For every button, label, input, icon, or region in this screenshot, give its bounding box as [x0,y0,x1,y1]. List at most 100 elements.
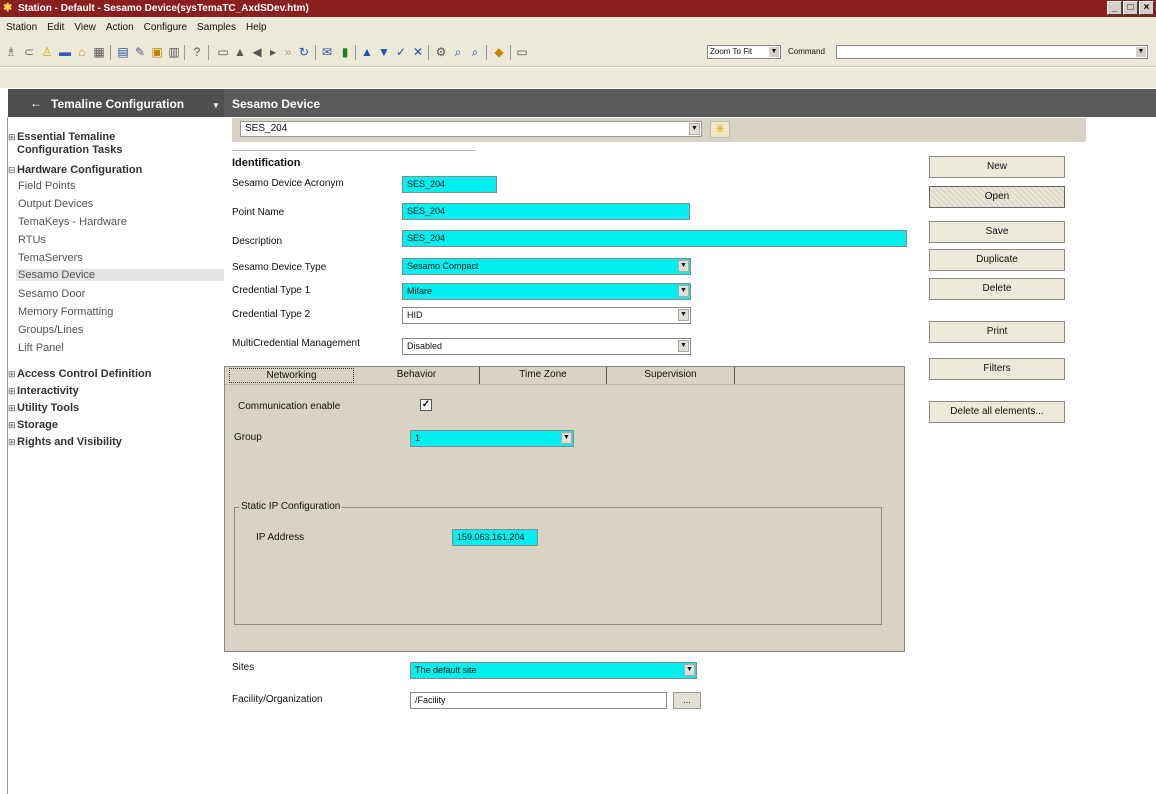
display-icon[interactable]: ▭ [515,46,529,59]
forward-icon[interactable]: ▸ [266,46,280,59]
delete-all-elements-button[interactable]: Delete all elements... [929,401,1065,423]
chevron-down-icon[interactable]: ▼ [689,123,700,135]
sites-select[interactable]: The default site ▼ [410,662,697,679]
communication-enable-checkbox[interactable]: ✓ [420,399,432,411]
menu-action[interactable]: Action [106,22,134,33]
tab-networking[interactable]: Networking [229,368,354,383]
nav-item-lift-panel[interactable]: Lift Panel [18,342,64,354]
new-button[interactable]: New [929,156,1065,178]
chevron-down-icon[interactable]: ▼ [212,101,220,110]
zoom-icon[interactable]: ⌕ [468,46,482,59]
expand-icon[interactable]: ⊞ [8,419,16,432]
nav-item-sesamo-device[interactable]: Sesamo Device [16,269,224,281]
facility-field[interactable]: /Facility [410,692,667,709]
description-field[interactable]: SES_204 [402,230,907,247]
save-button[interactable]: Save [929,221,1065,243]
nav-section-rights-visibility[interactable]: ⊞Rights and Visibility [8,436,122,449]
expand-icon[interactable]: ⊞ [8,436,16,449]
database-icon[interactable]: ▬ [58,46,72,59]
expand-icon[interactable]: ⊞ [8,385,16,398]
star-icon[interactable]: ✳ [710,121,730,138]
point-name-field[interactable]: SES_204 [402,203,690,220]
nav-item-field-points[interactable]: Field Points [18,180,75,192]
ip-address-field[interactable]: 159.063.161.204 [452,529,538,546]
arrow-up-icon[interactable]: ▲ [360,46,374,59]
chevron-down-icon[interactable]: ▼ [678,260,689,272]
find-icon[interactable]: ⌕ [451,46,465,59]
credential-type-2-select[interactable]: HID ▼ [402,307,691,324]
nav-section-hardware[interactable]: ⊟Hardware Configuration [8,164,142,177]
menu-samples[interactable]: Samples [197,22,236,33]
nav-section-access-control[interactable]: ⊞Access Control Definition [8,368,151,381]
print-icon[interactable]: ▤ [116,46,130,59]
up-icon[interactable]: ▲ [233,46,247,59]
hierarchy-icon[interactable]: ♗ [4,46,18,59]
chevron-down-icon[interactable]: ▼ [561,432,572,444]
browse-button[interactable]: ... [673,692,701,709]
close-button[interactable]: × [1139,1,1154,15]
menu-view[interactable]: View [74,22,96,33]
nav-header[interactable]: ← Temaline Configuration ▼ [8,89,224,117]
window-icon[interactable]: ▭ [216,46,230,59]
filter-icon[interactable]: ⚙ [434,46,448,59]
command-input[interactable]: ▼ [836,45,1148,59]
chevron-down-icon[interactable]: ▼ [678,285,689,297]
chevron-down-icon[interactable]: ▼ [684,664,695,676]
tools-icon[interactable]: ✎ [133,46,147,59]
nav-item-sesamo-door[interactable]: Sesamo Door [18,288,85,300]
nav-item-groups-lines[interactable]: Groups/Lines [18,324,83,336]
tab-behavior[interactable]: Behavior [354,367,480,384]
help-icon[interactable]: ? [190,46,204,59]
filters-button[interactable]: Filters [929,358,1065,380]
print-button[interactable]: Print [929,321,1065,343]
device-type-select[interactable]: Sesamo Compact ▼ [402,258,691,275]
open-button[interactable]: Open [929,186,1065,208]
chevron-down-icon[interactable]: ▼ [678,340,689,352]
menu-configure[interactable]: Configure [144,22,187,33]
link-icon[interactable]: ⊂ [22,46,36,59]
mail-icon[interactable]: ✉ [320,46,334,59]
chart-icon[interactable]: ▮ [338,46,352,59]
menu-help[interactable]: Help [246,22,267,33]
nav-item-temakeys-hardware[interactable]: TemaKeys - Hardware [18,216,127,228]
expand-icon[interactable]: ⊞ [8,402,16,415]
cancel-icon[interactable]: ✕ [411,46,425,59]
user-icon[interactable]: ♙ [40,46,54,59]
expand-icon[interactable]: ⊞ [8,131,16,144]
multicredential-select[interactable]: Disabled ▼ [402,338,691,355]
nav-section-storage[interactable]: ⊞Storage [8,419,58,432]
chevron-down-icon[interactable]: ▼ [769,47,779,57]
collapse-icon[interactable]: ⊟ [8,164,16,177]
menu-edit[interactable]: Edit [47,22,64,33]
device-select[interactable]: SES_204 ▼ [240,121,702,137]
nav-item-rtus[interactable]: RTUs [18,234,46,246]
diamond-icon[interactable]: ◆ [492,46,506,59]
maximize-button[interactable]: □ [1123,1,1138,15]
nav-item-temaservers[interactable]: TemaServers [18,252,83,264]
chevron-down-icon[interactable]: ▼ [1136,47,1146,57]
minimize-button[interactable]: _ [1107,1,1122,15]
nav-section-utility-tools[interactable]: ⊞Utility Tools [8,402,79,415]
credential-type-1-select[interactable]: Mifare ▼ [402,283,691,300]
nav-item-output-devices[interactable]: Output Devices [18,198,93,210]
arrow-down-icon[interactable]: ▼ [377,46,391,59]
next-icon[interactable]: » [281,46,295,59]
tab-supervision[interactable]: Supervision [607,367,735,384]
tab-time-zone[interactable]: Time Zone [480,367,607,384]
lock-icon[interactable]: ⌂ [75,46,89,59]
nav-section-essential[interactable]: ⊞Essential Temaline Configuration Tasks [8,131,123,157]
check-icon[interactable]: ✓ [394,46,408,59]
delete-button[interactable]: Delete [929,278,1065,300]
chevron-down-icon[interactable]: ▼ [678,309,689,321]
zoom-select[interactable]: Zoom To Fit ▼ [707,45,781,59]
nav-item-memory-formatting[interactable]: Memory Formatting [18,306,113,318]
expand-icon[interactable]: ⊞ [8,368,16,381]
group-select[interactable]: 1 ▼ [410,430,574,447]
back-icon[interactable]: ◀ [250,46,264,59]
duplicate-button[interactable]: Duplicate [929,249,1065,271]
acronym-field[interactable]: SES_204 [402,176,497,193]
folder-icon[interactable]: ▣ [150,46,164,59]
menu-station[interactable]: Station [6,22,37,33]
refresh-icon[interactable]: ↻ [297,46,311,59]
nav-section-interactivity[interactable]: ⊞Interactivity [8,385,79,398]
